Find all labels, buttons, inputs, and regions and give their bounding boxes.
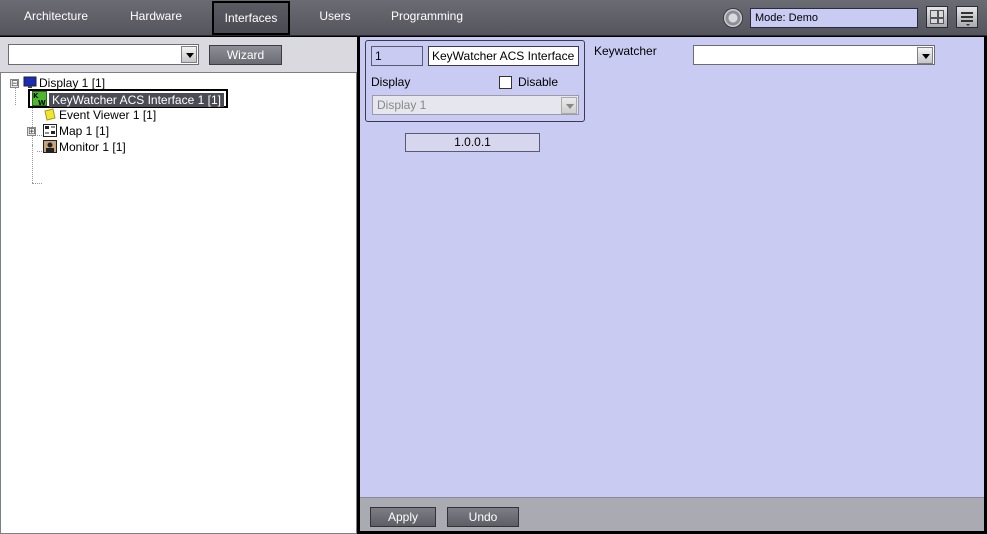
- tree-item-label: Event Viewer 1 [1]: [59, 108, 157, 122]
- tree-item-label: Map 1 [1]: [59, 124, 110, 138]
- object-name-field[interactable]: KeyWatcher ACS Interface 1: [428, 46, 579, 66]
- menu-icon: [961, 11, 973, 23]
- display-label: Display: [371, 75, 411, 89]
- keywatcher-label: Keywatcher: [594, 44, 657, 58]
- chevron-down-icon[interactable]: [917, 47, 933, 64]
- object-tree: ⊟ Display 1 [1] KW KeyWatcher ACS Interf…: [0, 72, 357, 534]
- tree-item-event-viewer[interactable]: Event Viewer 1 [1]: [43, 107, 156, 123]
- monitor-icon: [43, 140, 57, 153]
- display-select-value: Display 1: [377, 98, 427, 112]
- svg-text:W: W: [38, 99, 46, 106]
- top-navigation-bar: Architecture Hardware Interfaces Users P…: [0, 0, 987, 36]
- display-select[interactable]: Display 1: [372, 95, 579, 115]
- object-tree-panel: Wizard ⊟ Display 1 [1] KW KeyWatcher ACS…: [0, 37, 357, 534]
- map-icon: [43, 124, 57, 137]
- undo-button[interactable]: Undo: [447, 507, 519, 527]
- gear-icon[interactable]: [723, 8, 743, 28]
- layout-grid-icon: [930, 10, 944, 24]
- chevron-down-icon[interactable]: [181, 46, 197, 63]
- collapse-icon[interactable]: ⊟: [10, 79, 19, 88]
- version-display: 1.0.0.1: [405, 133, 540, 152]
- tab-users[interactable]: Users: [305, 0, 365, 36]
- tree-line: [32, 183, 42, 184]
- tab-hardware[interactable]: Hardware: [118, 0, 194, 36]
- mode-indicator[interactable]: Mode: Demo: [750, 8, 918, 28]
- tab-interfaces[interactable]: Interfaces: [212, 1, 290, 35]
- tree-item-monitor[interactable]: Monitor 1 [1]: [43, 139, 126, 155]
- keywatcher-icon: KW: [32, 91, 47, 107]
- display-icon: [23, 76, 37, 89]
- keywatcher-select[interactable]: [693, 45, 935, 65]
- settings-panel: 1 KeyWatcher ACS Interface 1 Display Dis…: [360, 37, 984, 531]
- object-identity-group: 1 KeyWatcher ACS Interface 1 Display Dis…: [365, 40, 585, 122]
- tree-item-label: Monitor 1 [1]: [59, 140, 126, 154]
- tree-line: [37, 151, 42, 152]
- apply-button[interactable]: Apply: [370, 507, 436, 527]
- main-menu-button[interactable]: [956, 6, 978, 28]
- wizard-button[interactable]: Wizard: [209, 45, 282, 65]
- layout-button[interactable]: [926, 6, 948, 28]
- tab-architecture[interactable]: Architecture: [14, 0, 98, 36]
- tree-line: [15, 87, 16, 105]
- event-viewer-icon: [43, 108, 57, 121]
- footer-bar: Apply Undo: [360, 497, 984, 531]
- tree-item-map[interactable]: Map 1 [1]: [43, 123, 109, 139]
- tab-programming[interactable]: Programming: [385, 0, 469, 36]
- tree-item-keywatcher[interactable]: KW KeyWatcher ACS Interface 1 [1]: [28, 89, 228, 108]
- disable-label: Disable: [518, 75, 559, 89]
- object-id-field[interactable]: 1: [371, 46, 423, 66]
- object-type-select[interactable]: [8, 44, 199, 65]
- chevron-down-icon: [966, 24, 970, 26]
- expand-icon[interactable]: ⊞: [27, 127, 36, 136]
- tree-line: [32, 145, 33, 183]
- tree-item-label: Display 1 [1]: [39, 76, 106, 90]
- tree-item-label: KeyWatcher ACS Interface 1 [1]: [49, 93, 224, 107]
- chevron-down-icon[interactable]: [561, 97, 577, 114]
- disable-checkbox[interactable]: [499, 76, 512, 89]
